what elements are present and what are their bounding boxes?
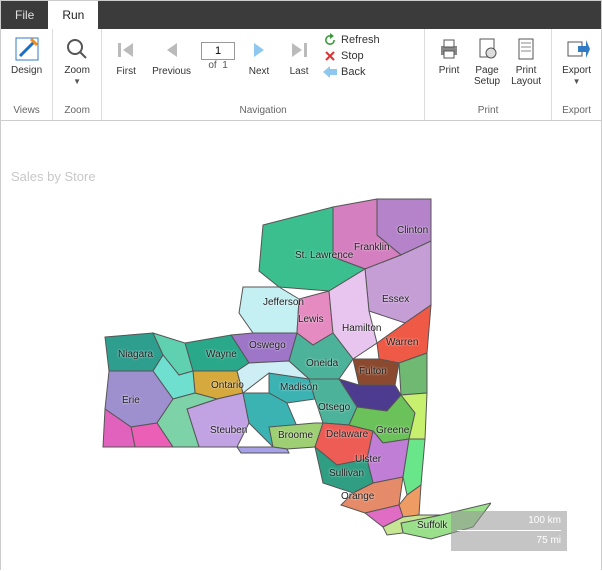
county-label: Oswego [249, 340, 286, 351]
back-icon [323, 65, 337, 79]
county-label: Orange [341, 491, 374, 502]
county-label: Erie [122, 395, 140, 406]
page-setup-button[interactable]: Page Setup [471, 33, 503, 89]
county-label: Fulton [359, 366, 387, 377]
county-label: Hamilton [342, 323, 381, 334]
first-icon [112, 36, 140, 64]
tab-bar: File Run [1, 1, 601, 29]
print-layout-button[interactable]: Print Layout [509, 33, 543, 89]
previous-button[interactable]: Previous [150, 34, 193, 79]
printer-icon [435, 35, 463, 63]
page-indicator: of 1 [201, 42, 235, 71]
county-label: Ontario [211, 380, 244, 391]
group-print-label: Print [433, 103, 543, 116]
magnifier-icon [63, 35, 91, 63]
group-navigation: First Previous of 1 Next Last R [102, 29, 425, 120]
last-label: Last [290, 66, 309, 77]
group-zoom-label: Zoom [61, 103, 93, 116]
print-layout-label: Print Layout [511, 65, 541, 87]
group-print: Print Page Setup Print Layout Print [425, 29, 552, 120]
map: Clinton FranklinSt. Lawrence Essex Jefferso… [101, 195, 491, 555]
county-label: Ulster [355, 454, 381, 465]
print-label: Print [439, 65, 460, 76]
nav-actions: Refresh Stop Back [323, 33, 380, 79]
stop-button[interactable]: Stop [323, 49, 380, 63]
county-label: Greene [376, 425, 409, 436]
scale-line [457, 530, 561, 531]
county-label: Delaware [326, 429, 368, 440]
next-icon [245, 36, 273, 64]
next-button[interactable]: Next [243, 34, 275, 79]
county-label: Franklin [354, 242, 390, 253]
ribbon: Design Views Zoom ▼ Zoom First Previo [1, 29, 601, 121]
page-setup-label: Page Setup [474, 65, 500, 87]
of-label: of [208, 60, 216, 71]
stop-label: Stop [341, 50, 364, 62]
county-label: Suffolk [417, 520, 447, 531]
tab-run[interactable]: Run [48, 1, 98, 29]
county-label: St. Lawrence [295, 250, 353, 261]
county-label: Steuben [210, 425, 247, 436]
page-setup-icon [473, 35, 501, 63]
report-canvas: Sales by Store [1, 121, 601, 571]
stop-icon [323, 49, 337, 63]
zoom-button[interactable]: Zoom ▼ [61, 33, 93, 88]
refresh-icon [323, 33, 337, 47]
total-pages: 1 [222, 60, 228, 71]
report-title: Sales by Store [11, 169, 96, 184]
group-zoom: Zoom ▼ Zoom [53, 29, 102, 120]
design-button[interactable]: Design [9, 33, 44, 78]
refresh-button[interactable]: Refresh [323, 33, 380, 47]
county-label: Niagara [118, 349, 153, 360]
print-button[interactable]: Print [433, 33, 465, 78]
export-button[interactable]: Export ▼ [560, 33, 593, 88]
group-export: Export ▼ Export [552, 29, 601, 120]
design-label: Design [11, 65, 42, 76]
chevron-down-icon: ▼ [73, 78, 81, 86]
group-views: Design Views [1, 29, 53, 120]
export-icon [563, 35, 591, 63]
ny-map-svg [101, 195, 491, 555]
page-input[interactable] [201, 42, 235, 60]
zoom-label: Zoom [64, 65, 90, 76]
county-tioga [237, 447, 289, 453]
back-button[interactable]: Back [323, 65, 380, 79]
county-jefferson [239, 287, 299, 333]
county-label: Wayne [206, 349, 237, 360]
first-label: First [116, 66, 135, 77]
group-navigation-label: Navigation [110, 103, 416, 116]
county-label: Sullivan [329, 468, 364, 479]
group-views-label: Views [9, 103, 44, 116]
back-label: Back [341, 66, 365, 78]
chevron-down-icon: ▼ [573, 78, 581, 86]
county-label: Lewis [298, 314, 324, 325]
previous-label: Previous [152, 66, 191, 77]
county-label: Warren [386, 337, 418, 348]
scale-mi: 75 mi [457, 535, 561, 546]
county-label: Otsego [318, 402, 350, 413]
group-export-label: Export [560, 103, 593, 116]
export-label: Export [562, 65, 591, 76]
last-button[interactable]: Last [283, 34, 315, 79]
county-label: Essex [382, 294, 409, 305]
layout-icon [512, 35, 540, 63]
first-button[interactable]: First [110, 34, 142, 79]
county-label: Clinton [397, 225, 428, 236]
prev-icon [158, 36, 186, 64]
next-label: Next [249, 66, 270, 77]
county-label: Madison [280, 382, 318, 393]
scale-km: 100 km [457, 515, 561, 526]
design-icon [13, 35, 41, 63]
county-label: Oneida [306, 358, 338, 369]
refresh-label: Refresh [341, 34, 380, 46]
scale-bar: 100 km 75 mi [451, 511, 567, 551]
county-label: Jefferson [263, 297, 304, 308]
tab-file[interactable]: File [1, 1, 48, 29]
last-icon [285, 36, 313, 64]
county-label: Broome [278, 430, 313, 441]
